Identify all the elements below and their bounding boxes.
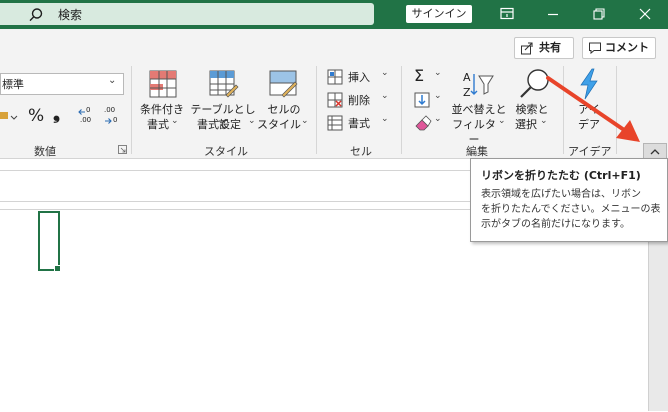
style-group-label: スタイル xyxy=(204,145,248,158)
group-separator xyxy=(401,66,402,154)
svg-text:A: A xyxy=(463,71,471,84)
decrease-decimal-button[interactable]: .00 0 xyxy=(104,106,126,128)
format-cells-button[interactable]: 書式 ⌄ xyxy=(327,114,393,132)
share-label: 共有 xyxy=(539,41,561,54)
delete-cells-label: 削除 xyxy=(348,94,370,107)
chevron-down-icon: ⌄ xyxy=(248,116,256,126)
chevron-down-icon: ⌄ xyxy=(498,116,506,126)
cell-styles-label-1: セルの xyxy=(267,103,301,116)
chevron-down-icon: ⌄ xyxy=(301,116,309,126)
number-format-value: 標準 xyxy=(2,78,24,91)
tooltip-line-2: を折りたたんでください。メニューの表 xyxy=(481,204,661,215)
format-cells-label: 書式 xyxy=(348,117,370,130)
title-bar: 検索 サインイン xyxy=(0,0,668,29)
selected-cell[interactable] xyxy=(38,211,60,271)
sort-filter-icon: A Z xyxy=(463,71,494,99)
cells-group-label: セル xyxy=(350,145,372,158)
fill-handle[interactable] xyxy=(54,265,61,272)
fill-down-icon xyxy=(414,92,430,108)
group-separator xyxy=(131,66,132,154)
conditional-formatting-icon xyxy=(149,70,177,98)
insert-cells-icon xyxy=(327,69,343,85)
number-format-dropdown[interactable]: 標準 ⌄ xyxy=(0,73,124,95)
dialog-launcher-icon[interactable] xyxy=(118,145,127,154)
sigma-icon: Σ xyxy=(414,66,425,85)
arrow-right-icon xyxy=(105,118,112,124)
svg-text:Z: Z xyxy=(463,86,471,99)
increase-decimal-button[interactable]: 0 .00 xyxy=(78,106,100,128)
comment-button[interactable]: コメント xyxy=(582,37,656,59)
editing-group-label: 編集 xyxy=(466,145,488,158)
chevron-down-icon: ⌄ xyxy=(434,91,442,101)
search-placeholder: 検索 xyxy=(58,8,83,22)
comment-icon xyxy=(589,42,601,55)
conditional-formatting-label-1: 条件付き xyxy=(140,103,184,116)
cell-styles-label-2: スタイル xyxy=(257,118,301,131)
comma-style-button[interactable]: ❟ xyxy=(53,103,60,124)
group-separator xyxy=(316,66,317,154)
signin-button[interactable]: サインイン xyxy=(406,5,472,23)
comment-label: コメント xyxy=(605,41,649,54)
tooltip-title: リボンを折りたたむ (Ctrl+F1) xyxy=(481,169,641,182)
delete-cells-icon xyxy=(327,92,343,108)
tooltip-line-3: 示がタブの名前だけになります。 xyxy=(481,219,630,230)
fill-button[interactable]: ⌄ xyxy=(412,91,442,109)
chevron-down-icon: ⌄ xyxy=(434,68,442,78)
clear-button[interactable]: ⌄ xyxy=(412,114,442,132)
eraser-icon xyxy=(415,115,432,131)
ribbon-display-options-icon[interactable] xyxy=(499,6,515,22)
format-as-table-label-2: 書式設定 xyxy=(197,118,241,131)
number-group-label: 数値 xyxy=(34,145,56,158)
decrease-decimal-label: .00 xyxy=(104,106,116,114)
insert-cells-button[interactable]: 挿入 ⌄ xyxy=(327,68,393,86)
chevron-down-icon: ⌄ xyxy=(434,114,442,124)
chevron-down-icon: ⌄ xyxy=(171,116,179,126)
chevron-down-icon: ⌄ xyxy=(381,114,389,124)
restore-icon[interactable] xyxy=(591,6,607,22)
search-icon xyxy=(29,8,43,22)
delete-cells-button[interactable]: 削除 ⌄ xyxy=(327,91,393,109)
cell-styles-icon xyxy=(269,70,298,98)
close-icon[interactable] xyxy=(637,6,653,22)
format-cells-icon xyxy=(327,115,343,131)
share-button[interactable]: 共有 xyxy=(514,37,574,59)
sort-filter-label-1: 並べ替えと xyxy=(451,103,507,116)
format-as-table-icon xyxy=(209,70,239,98)
annotation-arrow-icon xyxy=(546,76,640,142)
cell-styles-button[interactable]: セルの スタイル ⌄ xyxy=(257,68,309,134)
share-icon xyxy=(521,42,533,55)
percent-style-button[interactable]: % xyxy=(28,106,44,126)
chevron-down-icon: ⌄ xyxy=(381,91,389,101)
arrow-left-icon xyxy=(78,109,85,115)
sort-filter-button[interactable]: A Z 並べ替えと フィルター ⌄ xyxy=(448,68,508,146)
conditional-formatting-button[interactable]: 条件付き 書式 ⌄ xyxy=(137,68,187,134)
currency-format-icon[interactable] xyxy=(0,106,22,126)
tooltip-body: 表示領域を広げたい場合は、リボン を折りたたんでください。メニューの表 示がタブ… xyxy=(481,187,663,232)
chevron-down-icon: ⌄ xyxy=(381,68,389,78)
format-as-table-button[interactable]: テーブルとして 書式設定 ⌄ xyxy=(190,68,256,134)
autosum-button[interactable]: Σ ⌄ xyxy=(412,66,442,86)
chevron-down-icon: ⌄ xyxy=(108,75,117,86)
insert-cells-label: 挿入 xyxy=(348,71,370,84)
increase-decimal-label: .00 xyxy=(80,116,92,124)
search-box[interactable]: 検索 xyxy=(0,3,374,25)
tooltip-line-1: 表示領域を広げたい場合は、リボン xyxy=(481,189,641,200)
minimize-icon[interactable] xyxy=(545,6,561,22)
collapse-ribbon-tooltip: リボンを折りたたむ (Ctrl+F1) 表示領域を広げたい場合は、リボン を折り… xyxy=(470,158,668,242)
chevron-up-icon xyxy=(650,149,660,155)
